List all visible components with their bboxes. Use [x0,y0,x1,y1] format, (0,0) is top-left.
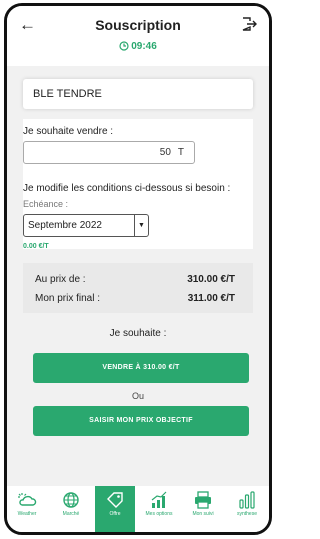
final-price-row: Mon prix final : 311.00 €/T [35,293,235,304]
nav-item-marche[interactable]: Marché [51,486,91,532]
nav-item-synthese[interactable]: synthese [227,486,267,532]
nav-label-mes-options: Mes options [145,511,173,517]
printer-icon [195,491,211,509]
nav-item-mes-options[interactable]: Mes options [139,486,179,532]
conditions-label: Je modifie les conditions ci-dessous si … [23,183,231,194]
dropdown-arrow-icon: ▼ [134,215,148,236]
nav-label-weather: Weather [17,511,37,517]
quantity-value: 50 [159,147,171,158]
price-summary: Au prix de : 310.00 €/T Mon prix final :… [23,263,253,313]
sell-button[interactable]: VENDRE À 310.00 €/T [33,353,249,383]
tag-icon [107,492,123,508]
echeance-value: Septembre 2022 [28,220,102,231]
product-name: BLE TENDRE [23,79,253,109]
clock-icon [119,41,129,51]
wish-label: Je souhaite : [109,328,167,339]
page-title: Souscription [95,17,181,33]
timer-value: 09:46 [131,41,157,52]
final-price-value: 311.00 €/T [187,293,235,304]
final-price-label: Mon prix final : [35,293,101,304]
target-price-button[interactable]: SAISIR MON PRIX OBJECTIF [33,406,249,436]
phone-frame: ← Souscription 09:46 BLE TENDRE Je souha… [4,3,272,535]
quantity-input[interactable]: 50 T [23,141,195,164]
market-price-value: 310.00 €/T [187,274,235,285]
echeance-label: Echéance : [23,199,69,209]
weather-icon [18,493,37,506]
bottom-nav: Weather Marché Offre Mes options Mon sui… [7,486,269,532]
nav-label-offre: Offre [109,511,121,517]
header: ← Souscription 09:46 [7,6,269,66]
nav-item-weather[interactable]: Weather [7,486,47,532]
market-price-label: Au prix de : [35,274,86,285]
exit-icon[interactable] [241,16,257,32]
nav-item-mon-suivi[interactable]: Mon suivi [183,486,223,532]
globe-icon [63,492,79,508]
quantity-unit: T [177,147,184,158]
content-area: BLE TENDRE Je souhaite vendre : 50 T Je m… [7,66,269,486]
echeance-select[interactable]: Septembre 2022 ▼ [23,214,149,237]
premium-value: 0.00 €/T [23,243,49,250]
nav-label-marche: Marché [62,511,80,517]
nav-label-mon-suivi: Mon suivi [192,511,214,517]
or-label: Ou [131,391,144,401]
bar-chart-icon [239,491,255,509]
market-price-row: Au prix de : 310.00 €/T [35,274,235,285]
countdown-timer: 09:46 [7,41,269,52]
nav-label-synthese: synthese [236,511,257,517]
nav-item-offre[interactable]: Offre [95,486,135,532]
sell-label: Je souhaite vendre : [23,126,114,137]
options-chart-icon [151,491,167,508]
